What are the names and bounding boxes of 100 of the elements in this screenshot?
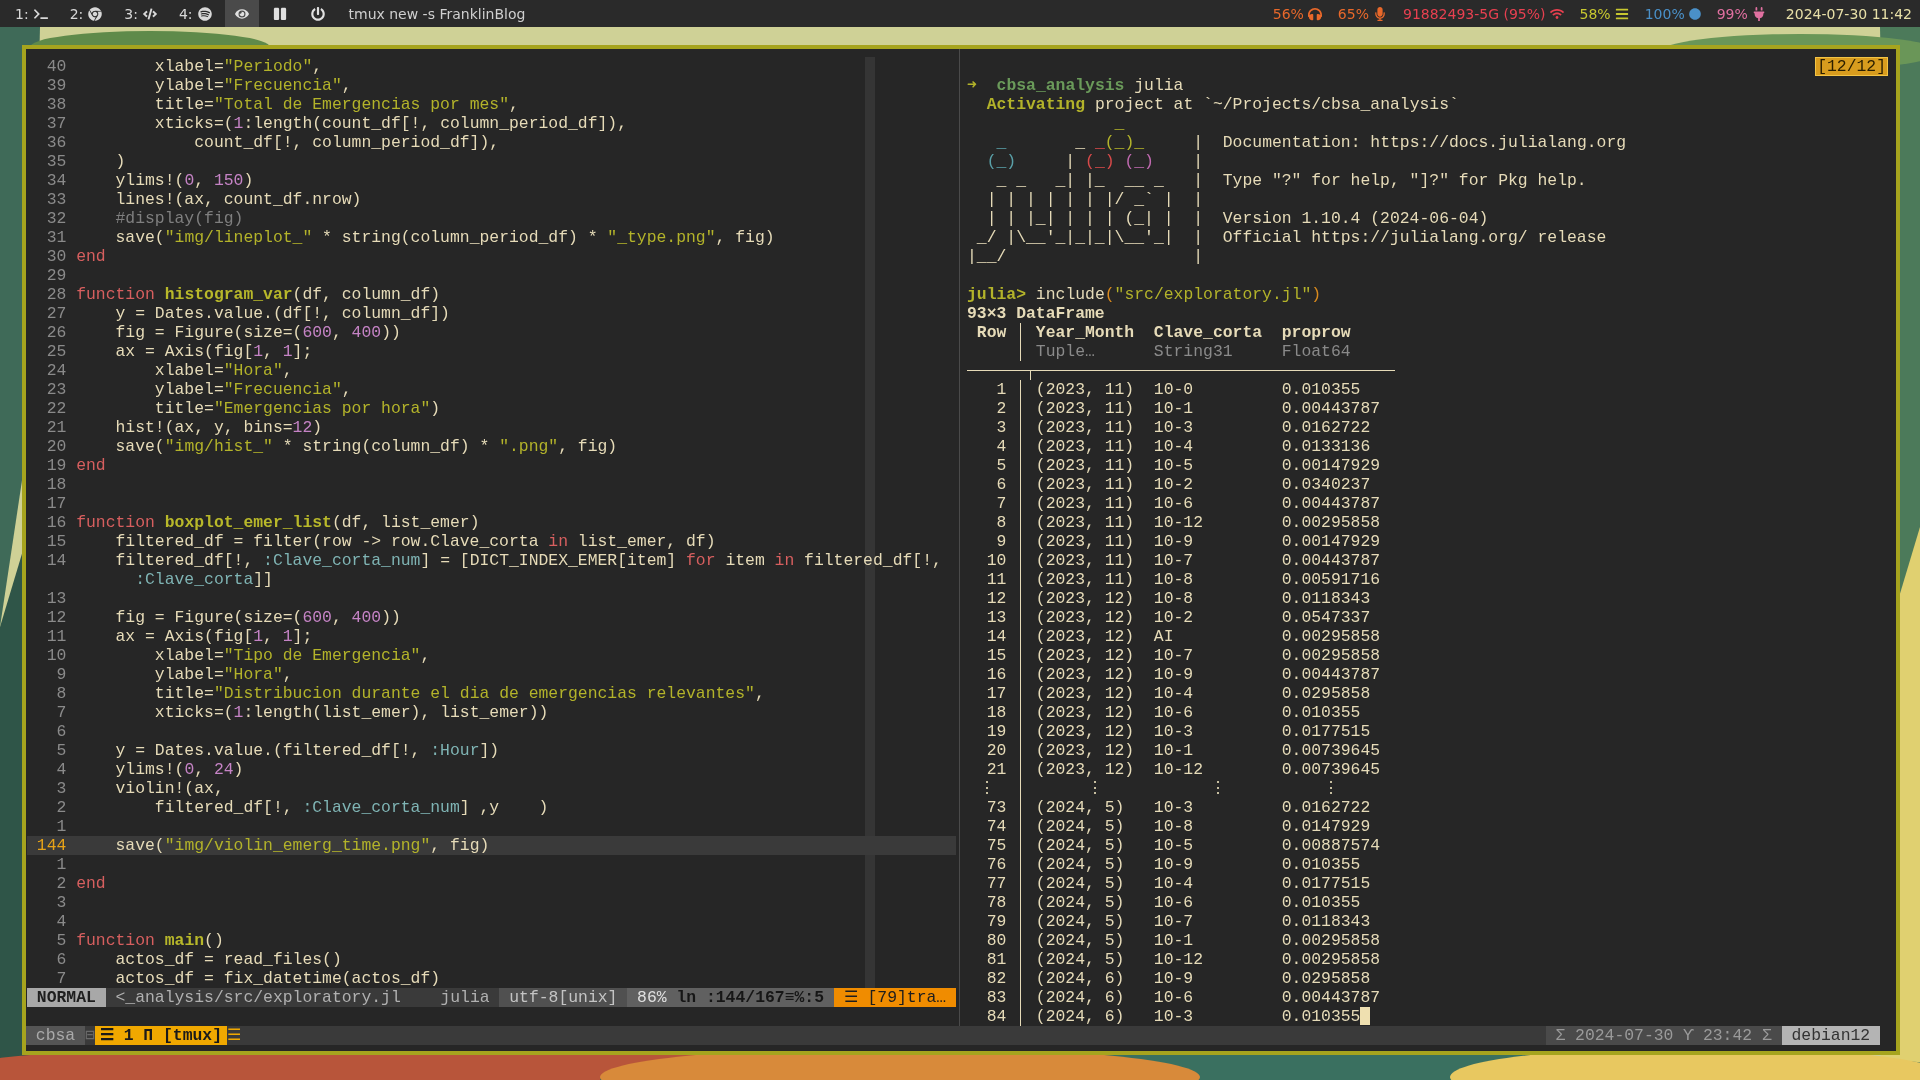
table-cell-text: 10-2 xyxy=(1153,608,1195,627)
code-text: xlabel="Tipo de Emergencia", xyxy=(153,646,431,665)
table-cell-text: (2023, 12) xyxy=(1035,589,1136,608)
status-text: 99% xyxy=(1716,5,1748,22)
table-cell-text: (2024, 5) xyxy=(1035,855,1126,874)
table-cell-text: (2024, 6) xyxy=(1035,988,1126,1007)
code-text: end xyxy=(76,874,106,893)
table-cell: 0.0547337 xyxy=(1281,608,1371,627)
line-number: 27 xyxy=(45,304,67,323)
line-number: 1 xyxy=(55,855,67,874)
scroll-percent: 86% xyxy=(627,988,677,1007)
code-text: filtered_df[!, :Clave_corta_num] ,y ) xyxy=(153,798,549,817)
table-cell: 0.010355 xyxy=(1281,855,1361,874)
table-cell: 0.00739645 xyxy=(1281,760,1381,779)
code-text: ylims!(0, 24) xyxy=(114,760,244,779)
table-cell-text: (2023, 11) xyxy=(1035,570,1136,589)
wifi-icon xyxy=(1549,6,1564,21)
status-text: 65% xyxy=(1337,5,1369,22)
line-number: 29 xyxy=(45,266,67,285)
line-number: 30 xyxy=(45,247,67,266)
table-cell-text: 10-3 xyxy=(1153,1007,1195,1026)
row-number: 75 xyxy=(985,836,1007,855)
line-number: 37 xyxy=(45,114,67,133)
line-number: 2 xyxy=(55,798,67,817)
row-number: 83 xyxy=(985,988,1007,1007)
table-cell: 0.00443787 xyxy=(1281,988,1381,1007)
table-cell-text: (2023, 11) xyxy=(1035,532,1136,551)
line-number: 17 xyxy=(45,494,67,513)
cursor-position: ln :144/167≡%:5 xyxy=(676,988,834,1007)
table-cell-text: 10-9 xyxy=(1153,665,1195,684)
line-number: 21 xyxy=(45,418,67,437)
table-cell-text: 10-9 xyxy=(1153,532,1195,551)
table-cell: 0.0162722 xyxy=(1281,418,1371,437)
code-text: save("img/hist_" * string(column_df) * ".png", fig) xyxy=(114,437,618,456)
code-text: end xyxy=(76,247,106,266)
window-tab[interactable]: ☰ 1 Π [tmux] xyxy=(94,1026,227,1045)
music-icon xyxy=(197,6,212,21)
table-cell-text: (2024, 5) xyxy=(1035,950,1126,969)
eye-icon xyxy=(234,6,249,21)
table-cell-text: (2024, 6) xyxy=(1035,969,1126,988)
headphones-icon xyxy=(1307,6,1322,21)
table-cell-text: 10-6 xyxy=(1153,893,1195,912)
workspace-button[interactable]: 4: xyxy=(169,0,221,27)
row-number: 2 xyxy=(995,399,1007,418)
row-number: 18 xyxy=(985,703,1007,722)
clock: 2024-07-30 11:42 xyxy=(1785,5,1912,22)
browser-icon xyxy=(88,6,103,21)
mode-button[interactable] xyxy=(224,0,259,27)
table-cell-text: 10-8 xyxy=(1153,570,1195,589)
table-cell-text: (2023, 11) xyxy=(1035,380,1136,399)
table-cell: 0.0118343 xyxy=(1281,589,1371,608)
column-type: String31 xyxy=(1153,342,1234,361)
row-number: 13 xyxy=(985,608,1007,627)
line-number: 8 xyxy=(55,684,67,703)
table-cell-text: (2024, 5) xyxy=(1035,836,1126,855)
workspace-button[interactable]: 3: xyxy=(115,0,166,27)
table-cell: 0.00295858 xyxy=(1281,627,1381,646)
row-number: 19 xyxy=(985,722,1007,741)
ellipsis: ⋮ xyxy=(978,779,995,798)
line-number: 14 xyxy=(45,551,67,570)
line-number: 13 xyxy=(45,589,67,608)
power-icon xyxy=(310,6,325,21)
row-number: 6 xyxy=(995,475,1007,494)
line-number: 5 xyxy=(55,741,67,760)
line-number: 3 xyxy=(55,779,67,798)
table-cell-text: 10-3 xyxy=(1153,722,1195,741)
code-icon xyxy=(142,6,157,21)
line-number: 1 xyxy=(55,817,67,836)
row-number: 16 xyxy=(985,665,1007,684)
workspace-button[interactable]: 2: xyxy=(60,0,112,27)
table-cell: 0.00443787 xyxy=(1281,494,1381,513)
code-text: save("img/violin_emerg_time.png", fig) xyxy=(114,836,490,855)
window-title: tmux new -s FranklinBlog xyxy=(348,5,526,22)
code-text: actos_df = fix_datetime(actos_df) xyxy=(114,969,441,988)
workspace-button[interactable]: 1: xyxy=(6,0,57,27)
row-number: 17 xyxy=(985,684,1007,703)
table-cell: 0.00443787 xyxy=(1281,551,1381,570)
row-number: 7 xyxy=(995,494,1007,513)
table-cell-text: (2023, 12) xyxy=(1035,665,1136,684)
table-cell: 0.0162722 xyxy=(1281,798,1371,817)
table-cell-text: 10-5 xyxy=(1153,456,1195,475)
table-cell-text: (2024, 5) xyxy=(1035,931,1126,950)
line-number: 25 xyxy=(45,342,67,361)
line-number: 22 xyxy=(45,399,67,418)
table-cell-text: 10-12 xyxy=(1153,950,1205,969)
table-cell-text: 10-1 xyxy=(1153,931,1195,950)
table-cell-text: (2023, 12) xyxy=(1035,646,1136,665)
plug-icon xyxy=(1751,6,1766,21)
terminal-line: julia> include("src/exploratory.jl") xyxy=(967,285,1323,304)
table-cell-text: 10-5 xyxy=(1153,836,1195,855)
table-cell-text: 10-4 xyxy=(1153,437,1195,456)
table-cell: 0.00147929 xyxy=(1281,456,1381,475)
row-number: 81 xyxy=(985,950,1007,969)
menu-icon xyxy=(1614,6,1629,21)
column-header: Year_Month xyxy=(1035,323,1136,342)
line-number: 4 xyxy=(55,912,67,931)
row-number: 1 xyxy=(995,380,1007,399)
table-cell-text: 10-6 xyxy=(1153,494,1195,513)
line-number: 35 xyxy=(45,152,67,171)
table-cell-text: 10-1 xyxy=(1153,741,1195,760)
